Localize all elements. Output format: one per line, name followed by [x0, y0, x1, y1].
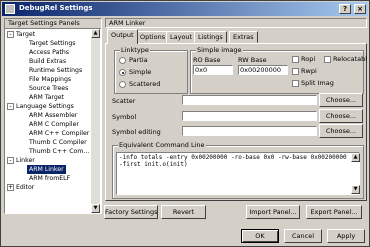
app-icon: [5, 4, 15, 14]
tree-item-editor[interactable]: Editor: [16, 183, 34, 192]
simple-label: Simple: [129, 68, 152, 76]
rwpi-checkbox[interactable]: [292, 68, 299, 75]
rw-base-label: RW Base: [238, 56, 267, 64]
tree-item-build-extras[interactable]: Build Extras: [29, 57, 66, 66]
tree-item-arm-target[interactable]: ARM Target: [29, 93, 64, 102]
revert-button[interactable]: Revert: [161, 205, 206, 219]
ro-base-label: RO Base: [193, 56, 221, 64]
linktype-group: Linktype Partia Simple Scattered: [114, 46, 188, 94]
rwpi-label: Rwpi: [301, 67, 317, 75]
symbol-input[interactable]: [182, 111, 317, 121]
command-line-label: Equivalent Command Line: [118, 141, 206, 149]
relocatable-checkbox[interactable]: [324, 56, 331, 63]
symbol-editing-input[interactable]: [182, 126, 317, 136]
scroll-up-icon[interactable]: ▲: [351, 153, 360, 162]
close-button[interactable]: ×: [354, 4, 366, 14]
tree-item-access-paths[interactable]: Access Paths: [29, 48, 69, 57]
tab-listings[interactable]: Listings: [194, 31, 227, 43]
scroll-up-icon[interactable]: ▲: [91, 29, 100, 38]
output-tab-page: Linktype Partia Simple Scattered Simple …: [105, 43, 367, 201]
cancel-button[interactable]: Cancel: [284, 229, 322, 243]
tree-item-target[interactable]: Target: [16, 30, 35, 39]
symbol-editing-label: Symbol editing: [112, 128, 161, 136]
scatter-label: Scatter: [112, 97, 136, 105]
relocatable-label: Relocatabl: [333, 55, 368, 63]
factory-settings-button[interactable]: Factory Settings: [104, 205, 158, 219]
radio-scattered[interactable]: [119, 81, 126, 88]
simple-image-group: Simple image RO Base 0x0 RW Base 0x00200…: [190, 46, 368, 94]
expand-icon[interactable]: -: [7, 31, 14, 38]
ropi-checkbox[interactable]: [292, 56, 299, 63]
command-line-text[interactable]: -info totals -entry 0x00200000 -ro-base …: [116, 152, 360, 195]
radio-partial[interactable]: [119, 57, 126, 64]
scattered-label: Scattered: [129, 80, 161, 88]
export-panel-button[interactable]: Export Panel...: [306, 205, 362, 219]
scroll-down-icon[interactable]: ▼: [91, 204, 100, 213]
scroll-down-icon[interactable]: ▼: [351, 185, 360, 194]
ok-button[interactable]: OK: [241, 229, 279, 243]
tree-item-thumb-c-compiler[interactable]: Thumb C Compiler: [29, 138, 87, 147]
tree-item-target-settings[interactable]: Target Settings: [29, 39, 76, 48]
tree-item-thumb-cpp-compiler[interactable]: Thumb C++ Com...: [29, 147, 89, 156]
tab-layout[interactable]: Layout: [166, 31, 197, 43]
tree-scrollbar[interactable]: [91, 29, 100, 213]
expand-icon[interactable]: -: [7, 103, 14, 110]
symbol-choose-button[interactable]: Choose...: [319, 109, 363, 123]
tree-item-arm-cpp-compiler[interactable]: ARM C++ Compiler: [29, 129, 89, 138]
ropi-label: Ropi: [301, 55, 316, 63]
apply-button[interactable]: Apply: [327, 229, 365, 243]
tree-item-language-settings[interactable]: Language Settings: [16, 102, 74, 111]
settings-window: DebugRel Settings ? × Target Settings Pa…: [0, 0, 370, 247]
partial-label: Partia: [129, 56, 148, 64]
tree-item-linker[interactable]: Linker: [16, 156, 35, 165]
tree-item-runtime-settings[interactable]: Runtime Settings: [29, 66, 82, 75]
tab-extras[interactable]: Extras: [229, 31, 258, 43]
command-line-group: Equivalent Command Line -info totals -en…: [112, 141, 364, 199]
help-button[interactable]: ?: [339, 4, 351, 14]
title-bar[interactable]: DebugRel Settings ? ×: [2, 2, 368, 16]
scatter-choose-button[interactable]: Choose...: [319, 93, 363, 107]
tree-item-file-mappings[interactable]: File Mappings: [29, 75, 71, 84]
split-image-label: Split Imag: [301, 79, 334, 87]
split-image-checkbox[interactable]: [292, 80, 299, 87]
panel-title: ARM Linker: [105, 18, 367, 28]
symbol-label: Symbol: [112, 113, 137, 121]
ro-base-input[interactable]: 0x0: [193, 65, 233, 75]
command-line-1: -info totals -entry 0x00200000 -ro-base …: [119, 154, 347, 161]
expand-icon[interactable]: -: [7, 157, 14, 164]
scatter-input[interactable]: [182, 95, 317, 105]
radio-simple[interactable]: [119, 69, 126, 76]
tree-header: Target Settings Panels: [5, 19, 101, 29]
tree-item-arm-c-compiler[interactable]: ARM C Compiler: [29, 120, 79, 129]
expand-icon[interactable]: +: [7, 184, 14, 191]
tree-item-source-trees[interactable]: Source Trees: [29, 84, 68, 93]
simple-image-label: Simple image: [196, 46, 243, 54]
tree-item-arm-fromelf[interactable]: ARM fromELF: [29, 174, 70, 183]
linktype-label: Linktype: [120, 46, 150, 54]
rw-base-input[interactable]: 0x00200000: [238, 65, 288, 75]
settings-tree[interactable]: Target Settings Panels - Target Target S…: [4, 18, 102, 214]
tree-item-arm-linker[interactable]: ARM Linker: [27, 165, 66, 174]
symbol-editing-choose-button[interactable]: Choose...: [319, 124, 363, 138]
tab-output[interactable]: Output: [107, 29, 138, 44]
tree-item-arm-assembler[interactable]: ARM Assembler: [29, 111, 77, 120]
command-line-2: -first init.o(init): [119, 161, 188, 168]
import-panel-button[interactable]: Import Panel...: [246, 205, 300, 219]
window-title: DebugRel Settings: [19, 4, 93, 12]
tab-options[interactable]: Options: [136, 31, 170, 43]
